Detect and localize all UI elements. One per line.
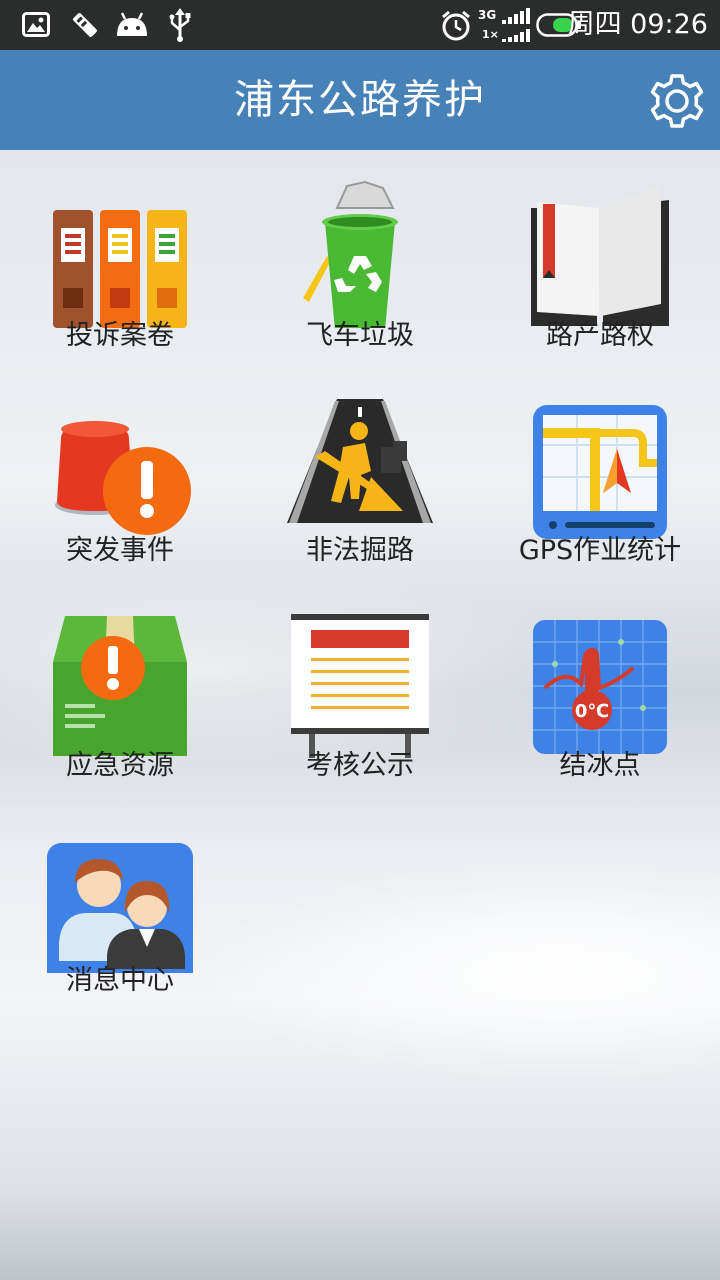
status-bar: 3G 1× 周四 09:26 <box>0 0 720 50</box>
tile-emergency-resources[interactable]: 应急资源 <box>0 580 240 795</box>
tile-label: GPS作业统计 <box>518 535 682 566</box>
page-title: 浦东公路养护 <box>234 77 486 123</box>
tile-label: 考核公示 <box>306 750 414 781</box>
tile-flying-garbage[interactable]: 飞车垃圾 <box>240 150 480 365</box>
tile-label: 应急资源 <box>66 750 174 781</box>
recycle-bin-icon <box>285 178 435 328</box>
signal-icon: 3G 1× <box>478 6 534 44</box>
app-header: 浦东公路养护 <box>0 50 720 150</box>
alarm-siren-icon <box>45 393 195 543</box>
tile-gps-stats[interactable]: GPS作业统计 <box>480 365 720 580</box>
tile-label: 路产路权 <box>546 320 654 351</box>
tile-illegal-digging[interactable]: 非法掘路 <box>240 365 480 580</box>
contacts-icon <box>45 823 195 973</box>
status-clock: 周四 09:26 <box>567 9 708 40</box>
gps-map-icon <box>525 393 675 543</box>
tile-label: 投诉案卷 <box>66 320 174 351</box>
tile-label: 非法掘路 <box>306 535 414 566</box>
usb-debug-icon <box>73 13 97 37</box>
notice-board-icon <box>285 608 435 758</box>
road-worker-icon <box>285 393 435 543</box>
network-type: 3G <box>478 8 497 22</box>
thermometer-icon: 0℃ <box>525 608 675 758</box>
open-book-icon <box>525 178 675 328</box>
usb-icon <box>169 8 191 42</box>
tile-freezing-points[interactable]: 0℃ 结冰点 <box>480 580 720 795</box>
tile-label: 飞车垃圾 <box>306 320 414 351</box>
android-icon <box>117 12 147 36</box>
tile-complaint-files[interactable]: 投诉案卷 <box>0 150 240 365</box>
image-notification-icon <box>22 12 50 37</box>
tile-label: 结冰点 <box>559 750 641 781</box>
tile-label: 突发事件 <box>66 535 174 566</box>
tile-label: 消息中心 <box>66 965 174 996</box>
tile-message-center[interactable]: 消息中心 <box>0 795 240 1010</box>
alarm-icon <box>442 10 470 41</box>
tile-assessment-notice[interactable]: 考核公示 <box>240 580 480 795</box>
binders-icon <box>45 178 195 328</box>
svg-text:0℃: 0℃ <box>575 701 609 722</box>
main-grid: 投诉案卷 飞车垃圾 路产路权 突发事件 非法掘路 GPS作业统计 应急资源 考核… <box>0 150 720 1280</box>
emergency-box-icon <box>45 608 195 758</box>
tile-emergency-events[interactable]: 突发事件 <box>0 365 240 580</box>
gear-icon[interactable] <box>646 70 708 132</box>
tile-road-property[interactable]: 路产路权 <box>480 150 720 365</box>
network-type-secondary: 1× <box>482 28 499 41</box>
